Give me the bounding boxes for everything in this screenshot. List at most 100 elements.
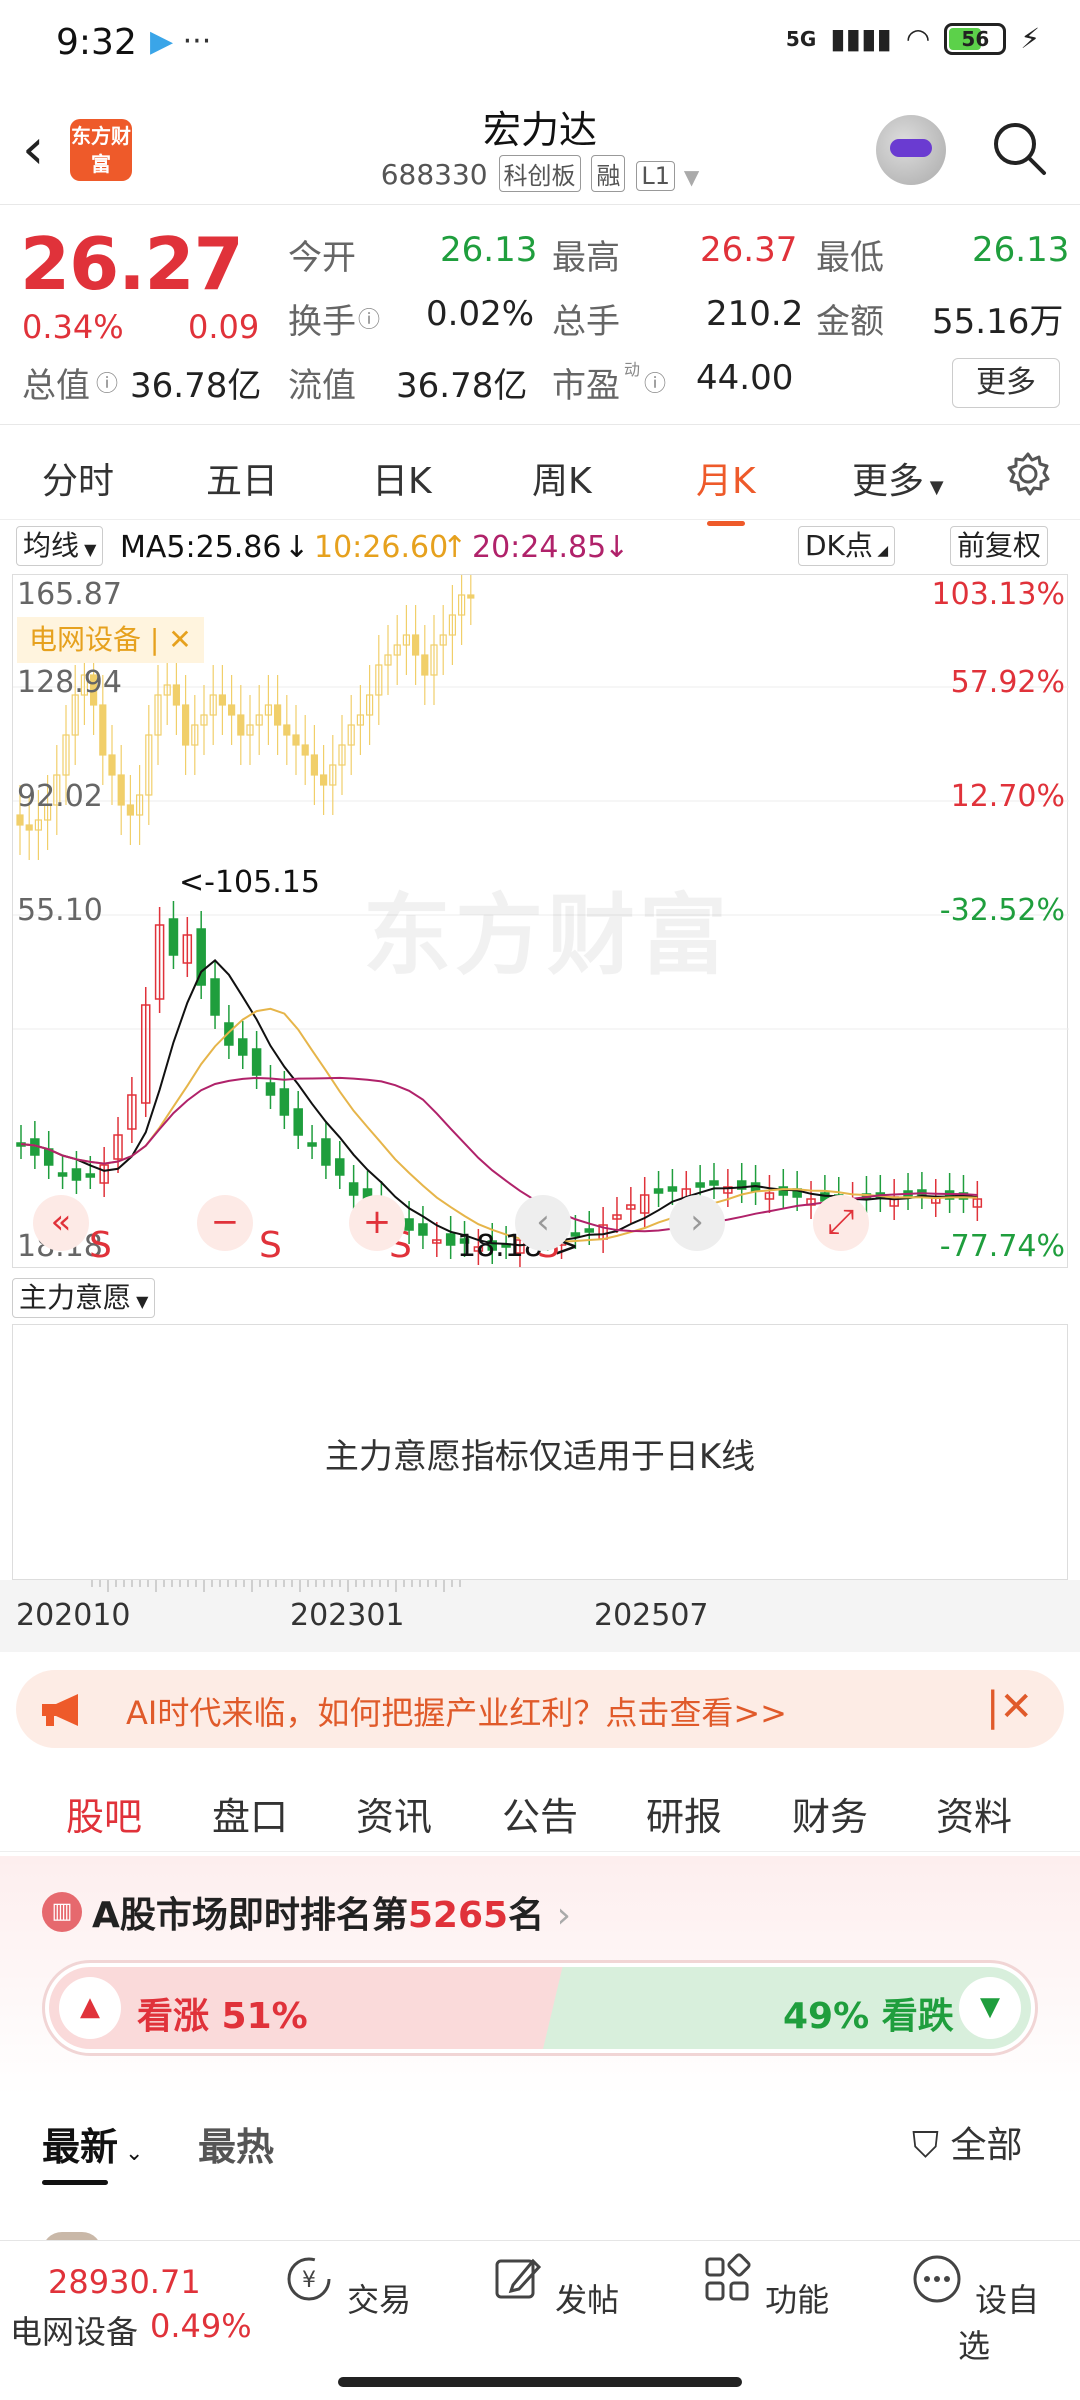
chevron-down-icon: ⌄	[118, 2141, 144, 2166]
tab-news[interactable]: 资讯	[356, 1786, 432, 1841]
bottom-nav: 28930.71 电网设备 0.49% ¥ 交易 发帖 功能 设自选	[0, 2240, 1080, 2400]
tab-more[interactable]: 更多 ▼	[852, 452, 944, 504]
close-icon[interactable]: ✕	[159, 623, 191, 656]
ma-legend-bar: 均线 ▼ MA5:25.86 ↓ 10:26.60 ↑ 20:24.85 ↓ D…	[0, 522, 1080, 572]
turnover-value: 0.02%	[426, 294, 535, 334]
nav-add-watchlist[interactable]: 设自选	[894, 2251, 1054, 2367]
tab-research[interactable]: 研报	[646, 1786, 722, 1841]
status-time: 9:32	[56, 22, 137, 63]
indicator-select-label: 主力意愿	[19, 1281, 132, 1314]
filter-all[interactable]: ⛉ 全部	[912, 2116, 1022, 2168]
sector-candle	[16, 814, 24, 826]
change-percent: 0.34%	[22, 308, 124, 346]
dropdown-caret-icon[interactable]: ▼	[684, 165, 699, 189]
tab-forum[interactable]: 股吧	[66, 1786, 143, 1863]
last-price: 26.27	[20, 222, 244, 306]
zoom-out-icon[interactable]: −	[197, 1195, 253, 1251]
post-filters: 最新 ⌄ 最热 ⛉ 全部	[0, 2096, 1080, 2252]
dk-point-select[interactable]: DK点 ◢	[798, 526, 896, 566]
down-triangle-icon[interactable]: ▼	[959, 1977, 1021, 2039]
y-left-tick: 128.94	[17, 665, 122, 700]
date-ticks	[91, 1580, 461, 1592]
candle	[445, 1233, 456, 1246]
tab-intraday[interactable]: 分时	[42, 452, 114, 504]
kline-chart[interactable]: 东方财富 电网设备 | ✕ 165.87 128.94 92.02 55.10 …	[12, 574, 1069, 1268]
info-icon[interactable]: ⓘ	[644, 366, 666, 398]
high-marker: <-105.15	[179, 865, 320, 900]
vote-up-area[interactable]	[49, 1967, 569, 2049]
nav-post[interactable]: 发帖	[474, 2251, 634, 2321]
sector-candle	[182, 704, 190, 746]
candle	[335, 1158, 345, 1176]
sort-latest[interactable]: 最新 ⌄	[42, 2116, 143, 2171]
ma20-label: 20:24.85	[472, 530, 607, 565]
step-right-icon[interactable]: ›	[669, 1195, 725, 1251]
candle	[667, 1186, 678, 1192]
zoom-in-icon[interactable]: +	[349, 1195, 405, 1251]
tab-monthly-k[interactable]: 月K	[696, 452, 756, 526]
candle	[307, 1142, 317, 1147]
tab-financials[interactable]: 财务	[792, 1786, 868, 1841]
rank-number: 5265	[407, 1895, 509, 1936]
high-label: 最高	[552, 238, 620, 278]
wifi-icon: ◠	[905, 22, 931, 55]
scroll-left-icon[interactable]: «	[33, 1195, 89, 1251]
tab-more-label: 更多	[852, 461, 925, 502]
assistant-robot-icon[interactable]	[876, 115, 946, 185]
up-triangle-icon[interactable]: ▲	[59, 1977, 121, 2039]
sort-hot[interactable]: 最热	[198, 2116, 274, 2171]
sector-candle	[117, 774, 125, 806]
candle	[71, 1168, 82, 1181]
market-cap-value: 36.78亿	[130, 366, 262, 406]
tab-weekly-k[interactable]: 周K	[532, 452, 592, 504]
more-quote-button[interactable]: 更多	[952, 358, 1060, 408]
adjust-select[interactable]: 前复权	[950, 526, 1049, 566]
ma-select[interactable]: 均线 ▼	[16, 526, 104, 566]
stock-header: ‹ 东方财富 宏力达 688330 科创板 融 L1 ▼	[0, 95, 1080, 205]
sector-candle	[172, 684, 180, 706]
megaphone-icon	[42, 1694, 78, 1726]
arrow-up-icon: ↑	[442, 530, 468, 565]
fullscreen-icon[interactable]: ⤢	[813, 1195, 869, 1251]
tab-daily-k[interactable]: 日K	[372, 452, 432, 504]
info-icon[interactable]: ⓘ	[358, 302, 380, 334]
candle	[251, 1048, 262, 1076]
tab-announcements[interactable]: 公告	[502, 1786, 578, 1841]
tab-orderbook[interactable]: 盘口	[212, 1786, 288, 1841]
indicator-select[interactable]: 主力意愿 ▼	[12, 1278, 156, 1318]
y-right-tick: 57.92%	[950, 665, 1065, 700]
date-label: 202010	[16, 1598, 131, 1633]
open-value: 26.13	[440, 230, 538, 270]
caret-down-icon: ▼	[131, 1292, 149, 1311]
nav-trade[interactable]: ¥ 交易	[266, 2251, 426, 2321]
index-value: 28930.71	[48, 2263, 201, 2301]
grid-icon	[705, 2253, 751, 2301]
sector-index[interactable]: 28930.71 电网设备 0.49%	[0, 2241, 252, 2361]
tab-profile[interactable]: 资料	[936, 1786, 1012, 1841]
candle	[348, 1182, 359, 1196]
low-label: 最低	[816, 238, 884, 278]
info-icon[interactable]: ⓘ	[96, 366, 118, 398]
y-right-tick: 103.13%	[931, 577, 1065, 612]
sector-candle	[310, 754, 318, 776]
index-change: 0.49%	[150, 2307, 252, 2345]
pe-superscript: 动	[624, 360, 641, 379]
corner-caret-icon: ◢	[872, 543, 889, 559]
sort-latest-label: 最新	[42, 2125, 119, 2169]
date-label: 202301	[290, 1598, 405, 1633]
y-right-tick: -77.74%	[939, 1229, 1065, 1264]
charging-icon: ⚡	[1020, 22, 1040, 55]
rank-row[interactable]: A股市场即时排名第5265名 ›	[92, 1886, 571, 1938]
step-left-icon[interactable]: ‹	[515, 1195, 571, 1251]
close-icon[interactable]: |✕	[986, 1684, 1033, 1730]
tab-five-day[interactable]: 五日	[206, 452, 278, 504]
promo-banner[interactable]: AI时代来临，如何把握产业红利？点击查看>> |✕	[16, 1670, 1064, 1748]
gear-icon[interactable]	[1004, 450, 1052, 498]
nav-functions[interactable]: 功能	[684, 2251, 844, 2321]
candle	[293, 1108, 303, 1136]
sector-tag[interactable]: 电网设备 | ✕	[17, 617, 204, 663]
status-more: ···	[182, 24, 212, 59]
search-icon[interactable]	[990, 119, 1048, 177]
chevron-right-icon: ›	[556, 1895, 572, 1936]
svg-text:¥: ¥	[302, 2268, 316, 2293]
